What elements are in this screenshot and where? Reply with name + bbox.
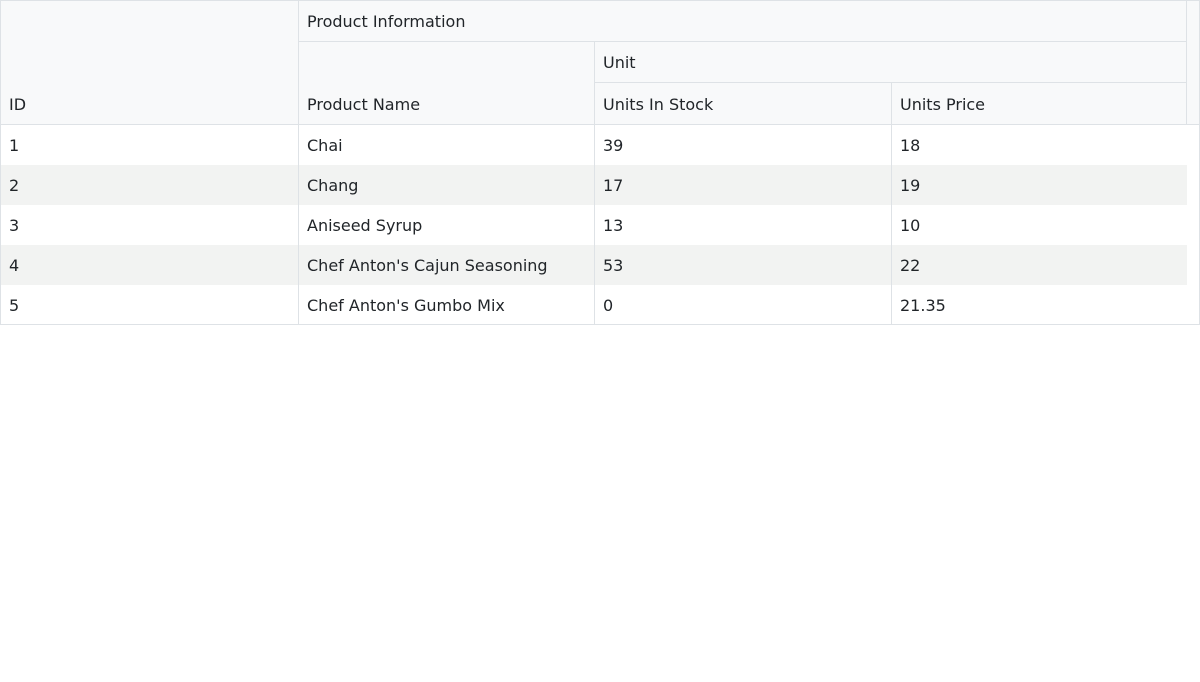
table-row[interactable]: 4 Chef Anton's Cajun Seasoning 53 22 [1,245,1187,285]
group-header-product-information-label: Product Information [307,11,466,31]
group-header-product-information[interactable]: Product Information [299,1,1187,42]
cell-units-in-stock[interactable]: 13 [595,205,892,245]
table-row[interactable]: 3 Aniseed Syrup 13 10 [1,205,1187,245]
cell-units-price[interactable]: 22 [892,245,1187,285]
data-grid: ID Product Information Product Name Unit… [0,0,1200,325]
cell-product-name[interactable]: Chef Anton's Cajun Seasoning [299,245,595,285]
cell-units-price[interactable]: 18 [892,125,1187,165]
table-row[interactable]: 2 Chang 17 19 [1,165,1187,205]
header-scrollbar-gutter [1187,1,1199,124]
column-header-product-name[interactable]: Product Name [299,42,595,124]
cell-units-in-stock[interactable]: 17 [595,165,892,205]
group-header-unit-label: Unit [603,52,636,72]
column-header-units-price[interactable]: Units Price [892,83,1187,124]
cell-id[interactable]: 3 [1,205,299,245]
cell-units-price[interactable]: 10 [892,205,1187,245]
cell-units-price[interactable]: 19 [892,165,1187,205]
cell-product-name[interactable]: Chai [299,125,595,165]
cell-product-name[interactable]: Aniseed Syrup [299,205,595,245]
cell-id[interactable]: 5 [1,285,299,325]
table-row[interactable]: 5 Chef Anton's Gumbo Mix 0 21.35 [1,285,1187,325]
cell-id[interactable]: 1 [1,125,299,165]
cell-id[interactable]: 4 [1,245,299,285]
column-header-units-in-stock[interactable]: Units In Stock [595,83,892,124]
table-row[interactable]: 1 Chai 39 18 [1,125,1187,165]
column-header-units-price-label: Units Price [900,95,986,114]
cell-id[interactable]: 2 [1,165,299,205]
cell-product-name[interactable]: Chef Anton's Gumbo Mix [299,285,595,325]
cell-units-price[interactable]: 21.35 [892,285,1187,325]
column-header-id-label: ID [9,95,27,114]
grid-header: ID Product Information Product Name Unit… [1,1,1199,125]
cell-units-in-stock[interactable]: 39 [595,125,892,165]
cell-units-in-stock[interactable]: 0 [595,285,892,325]
cell-product-name[interactable]: Chang [299,165,595,205]
column-header-units-in-stock-label: Units In Stock [603,95,714,114]
column-header-product-name-label: Product Name [307,95,421,114]
column-header-id[interactable]: ID [1,1,299,124]
grid-body: 1 Chai 39 18 2 Chang 17 19 3 Aniseed Syr… [1,125,1199,325]
cell-units-in-stock[interactable]: 53 [595,245,892,285]
group-header-unit[interactable]: Unit [595,42,1187,83]
